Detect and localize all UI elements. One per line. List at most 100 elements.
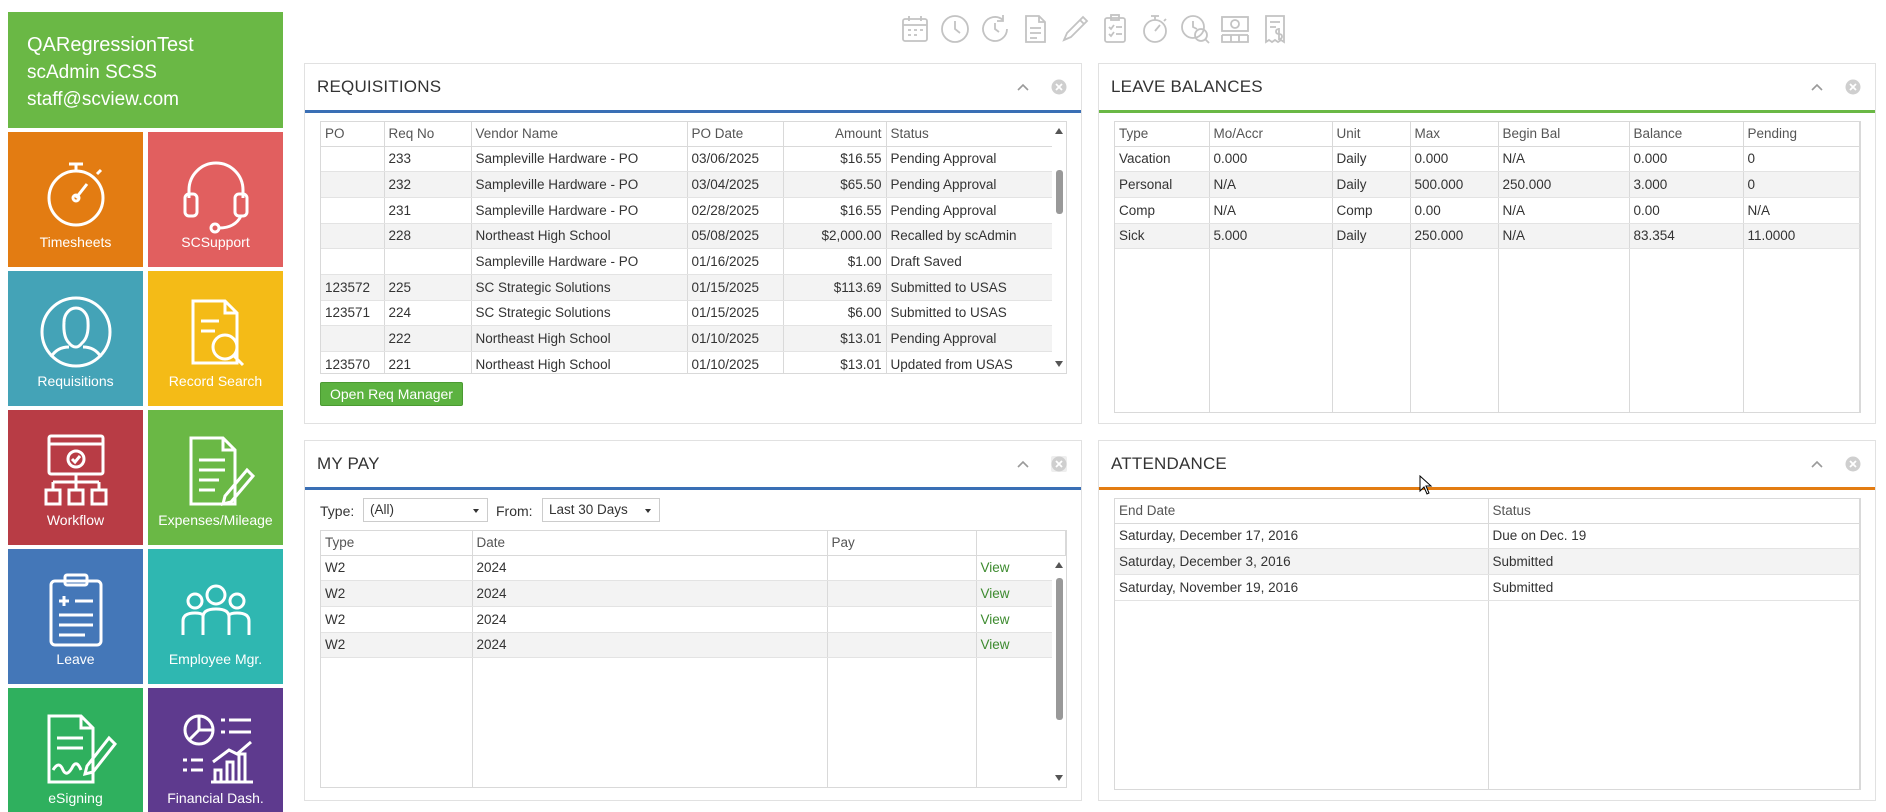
org-name: QARegressionTest — [27, 34, 194, 56]
column-header[interactable]: Req No — [384, 122, 472, 147]
calendar-button[interactable] — [898, 12, 932, 46]
column-header[interactable]: Vendor Name — [471, 122, 688, 147]
money-grid-button[interactable] — [1218, 12, 1252, 46]
table-cell — [827, 580, 977, 607]
column-header[interactable]: Type — [1115, 122, 1210, 147]
document-button[interactable] — [1018, 12, 1052, 46]
tile-label: Financial Dash. — [167, 790, 264, 806]
table-cell: W2 — [321, 632, 473, 659]
table-row[interactable]: 123572 225 SC Strategic Solutions 01/15/202… — [321, 274, 1066, 301]
table-cell: SC Strategic Solutions — [471, 274, 688, 301]
collapse-icon[interactable] — [1809, 79, 1825, 95]
dashboard-chart-icon — [182, 714, 253, 784]
table-cell: 11.0000 — [1743, 223, 1860, 250]
empty-filler-row — [1115, 248, 1860, 412]
from-select[interactable]: Last 30 Days — [542, 498, 660, 522]
table-row[interactable]: 233 Sampleville Hardware - PO 03/06/2025 $1… — [321, 146, 1066, 173]
table-row[interactable]: 123571 224 SC Strategic Solutions 01/15/202… — [321, 300, 1066, 327]
tile-label: SCSupport — [181, 234, 250, 250]
user-card[interactable]: QARegressionTest scAdmin SCSS staff@scvi… — [8, 12, 283, 128]
scrollbar[interactable] — [1052, 122, 1066, 373]
tile-label: Record Search — [168, 373, 263, 389]
table-row[interactable]: Sick 5.000 Daily 250.000 N/A 83.354 11.0000 — [1115, 223, 1860, 250]
table-row[interactable]: Comp N/A Comp 0.00 N/A 0.00 N/A — [1115, 197, 1860, 224]
column-header[interactable]: Pay — [827, 531, 977, 556]
dashboard: QARegressionTest scAdmin SCSS staff@scvi… — [0, 0, 1886, 812]
checklist-button[interactable] — [1098, 12, 1132, 46]
empty-cell — [472, 657, 828, 787]
table-row[interactable]: 222 Northeast High School 01/10/2025 $13.01… — [321, 325, 1066, 352]
table-row[interactable]: Personal N/A Daily 500.000 250.000 3.000 0 — [1115, 171, 1860, 198]
stopwatch-icon — [1143, 15, 1167, 43]
table-row[interactable]: W2 2024 View — [321, 555, 1066, 582]
table-row[interactable]: Saturday, December 3, 2016 Submitted — [1115, 548, 1860, 575]
column-header[interactable]: Begin Bal — [1498, 122, 1630, 147]
clock-button[interactable] — [938, 12, 972, 46]
close-icon[interactable] — [1845, 456, 1861, 472]
collapse-icon[interactable] — [1015, 79, 1031, 95]
table-row[interactable]: 231 Sampleville Hardware - PO 02/28/2025 $1… — [321, 197, 1066, 224]
refresh-clock-button[interactable] — [978, 12, 1012, 46]
close-icon[interactable] — [1845, 79, 1861, 95]
table-row[interactable]: W2 2024 View — [321, 606, 1066, 633]
table-row[interactable]: Saturday, November 19, 2016 Submitted — [1115, 574, 1860, 601]
column-header[interactable]: Type — [321, 531, 473, 556]
column-header[interactable]: Amount — [783, 122, 887, 147]
invoice-button[interactable] — [1258, 12, 1292, 46]
open-req-manager-button[interactable]: Open Req Manager — [320, 382, 463, 406]
attendance-panel: ATTENDANCE End Date Status Saturday, Decem… — [1098, 440, 1876, 801]
column-header[interactable]: PO — [321, 122, 385, 147]
type-select[interactable]: (All) — [363, 498, 488, 522]
tile-expenses-mileage[interactable]: Expenses/Mileage — [148, 410, 283, 545]
table-cell — [321, 171, 385, 198]
column-header[interactable] — [976, 531, 1066, 556]
tile-esigning[interactable]: eSigning — [8, 688, 143, 812]
table-row[interactable]: 232 Sampleville Hardware - PO 03/04/2025 $6… — [321, 171, 1066, 198]
table-row[interactable]: Sampleville Hardware - PO 01/16/2025 $1.00… — [321, 248, 1066, 275]
column-header[interactable]: Max — [1410, 122, 1499, 147]
requisitions-panel: REQUISITIONS PO Req No Vendor Name PO Date A… — [304, 63, 1082, 424]
close-icon[interactable] — [1051, 456, 1067, 472]
search-clock-button[interactable] — [1178, 12, 1212, 46]
panel-header: MY PAY — [305, 441, 1081, 487]
tile-requisitions[interactable]: Requisitions — [8, 271, 143, 406]
tile-leave[interactable]: Leave — [8, 549, 143, 684]
close-icon[interactable] — [1051, 79, 1067, 95]
table-cell: Submitted to USAS — [886, 274, 1066, 301]
tile-workflow[interactable]: Workflow — [8, 410, 143, 545]
table-row[interactable]: Vacation 0.000 Daily 0.000 N/A 0.000 0 — [1115, 146, 1860, 173]
scrollbar[interactable] — [1052, 556, 1066, 787]
column-header[interactable]: Unit — [1332, 122, 1411, 147]
column-header[interactable]: Balance — [1629, 122, 1744, 147]
pencil-button[interactable] — [1058, 12, 1092, 46]
column-header[interactable]: Mo/Accr — [1209, 122, 1333, 147]
table-row[interactable]: W2 2024 View — [321, 632, 1066, 659]
collapse-icon[interactable] — [1015, 456, 1031, 472]
mouse-cursor-icon — [1419, 475, 1433, 495]
table-cell: Daily — [1332, 171, 1411, 198]
signature-icon — [47, 714, 117, 784]
column-header[interactable]: Date — [472, 531, 828, 556]
table-row[interactable]: 123570 221 Northeast High School 01/10/2025… — [321, 351, 1066, 373]
stopwatch-button[interactable] — [1138, 12, 1172, 46]
column-header[interactable]: End Date — [1115, 499, 1489, 524]
table-cell: Pending Approval — [886, 146, 1066, 173]
requisitions-table: PO Req No Vendor Name PO Date Amount Status 23… — [320, 121, 1067, 374]
tile-timesheets[interactable]: Timesheets — [8, 132, 143, 267]
tile-scsupport[interactable]: SCSupport — [148, 132, 283, 267]
app-tiles: Timesheets SCSupport Requisitions Record Se… — [8, 132, 283, 812]
table-cell: Sampleville Hardware - PO — [471, 171, 688, 198]
column-header[interactable]: PO Date — [687, 122, 784, 147]
collapse-icon[interactable] — [1809, 456, 1825, 472]
column-header[interactable]: Status — [1488, 499, 1860, 524]
tile-financial-dash[interactable]: Financial Dash. — [148, 688, 283, 812]
table-row[interactable]: Saturday, December 17, 2016 Due on Dec. 1… — [1115, 523, 1860, 550]
table-row[interactable]: W2 2024 View — [321, 580, 1066, 607]
pay-table: Type Date Pay W2 2024 View W2 2024 View W2 2024 Vie… — [320, 530, 1067, 788]
table-cell: Sampleville Hardware - PO — [471, 248, 688, 275]
column-header[interactable]: Pending — [1743, 122, 1860, 147]
tile-record-search[interactable]: Record Search — [148, 271, 283, 406]
table-row[interactable]: 228 Northeast High School 05/08/2025 $2,000… — [321, 223, 1066, 250]
column-header[interactable]: Status — [886, 122, 1066, 147]
tile-employee-mgr[interactable]: Employee Mgr. — [148, 549, 283, 684]
